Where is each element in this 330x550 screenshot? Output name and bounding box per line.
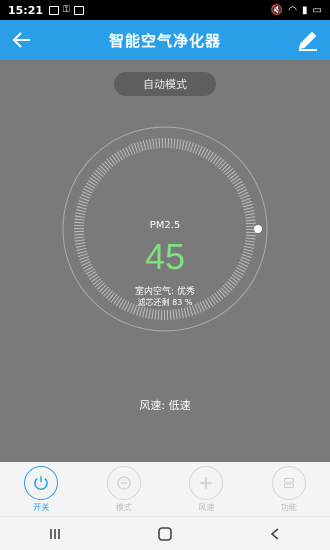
fan-icon[interactable] <box>189 465 224 500</box>
page-title: 智能空气净化器 <box>108 31 221 50</box>
notification-icon <box>73 5 84 15</box>
mute-icon: 🔇 <box>270 4 284 16</box>
system-nav-bar <box>0 516 330 550</box>
back-arrow-icon[interactable] <box>10 28 34 52</box>
gallery-icon <box>49 5 60 15</box>
wind-speed: 风速: 低速 <box>139 399 191 412</box>
pm-value: 45 <box>144 236 186 277</box>
tab-bar: 开关 模式 风速 功能 <box>0 462 330 516</box>
tab-fan[interactable]: 风速 <box>176 465 236 513</box>
function-icon[interactable] <box>271 465 306 500</box>
status-bar: 15:21 ⚿ 🔇 ◠ ▮ ▭ <box>0 0 330 20</box>
wifi-icon: ◠ <box>288 4 298 16</box>
status-icons: ⚿ <box>49 5 84 15</box>
power-icon[interactable] <box>24 465 59 500</box>
home-icon[interactable] <box>145 522 185 546</box>
mode-icon[interactable] <box>106 465 141 500</box>
pencil-icon[interactable] <box>296 28 320 52</box>
signal-icon: ▮ <box>302 4 308 16</box>
tab-function[interactable]: 功能 <box>259 465 319 513</box>
status-time: 15:21 <box>8 3 44 17</box>
pm-label: PM2.5 <box>149 220 181 231</box>
tab-mode[interactable]: 模式 <box>94 465 154 513</box>
tab-label: 模式 <box>115 502 132 512</box>
tab-label: 功能 <box>280 502 297 512</box>
tab-label: 风速 <box>198 502 215 512</box>
air-quality: 室内空气: 优秀 <box>135 287 195 297</box>
app-bar: 智能空气净化器 <box>0 20 330 60</box>
filter-remaining: 滤芯还剩 83 % <box>137 298 193 307</box>
mode-button[interactable]: 自动模式 <box>114 72 216 96</box>
tab-label: 开关 <box>33 502 50 512</box>
battery-icon: ▭ <box>312 4 322 16</box>
recent-apps-icon[interactable] <box>35 522 75 546</box>
status-right-icons: 🔇 ◠ ▮ ▭ <box>271 5 322 16</box>
tab-power[interactable]: 开关 <box>11 465 71 513</box>
key-icon: ⚿ <box>63 5 70 15</box>
back-nav-icon[interactable] <box>255 522 295 546</box>
